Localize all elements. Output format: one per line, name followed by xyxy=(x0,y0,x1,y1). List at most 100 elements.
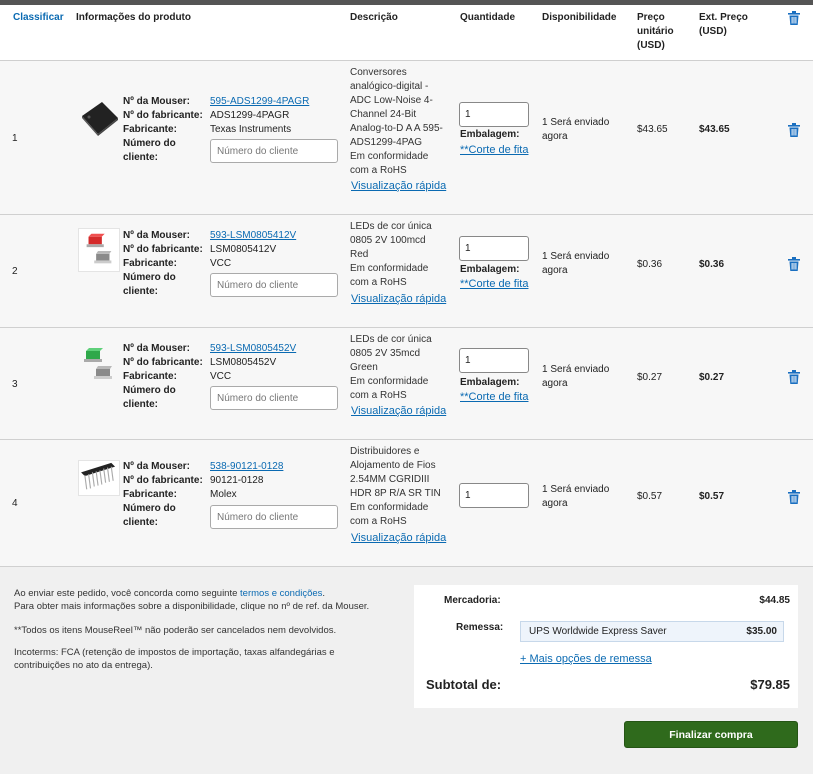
availability-line: agora xyxy=(542,378,568,389)
cut-tape-link[interactable]: **Corte de fita xyxy=(460,144,528,156)
cut-tape-link[interactable]: **Corte de fita xyxy=(460,391,528,403)
description-line: LEDs de cor única xyxy=(350,334,432,345)
customer-no-label-line: Número do xyxy=(123,385,176,396)
rohs-line: com a RoHS xyxy=(350,390,407,401)
green-led-image xyxy=(84,348,112,379)
availability-line: 1 Será enviado xyxy=(542,117,610,128)
delete-all-icon[interactable] xyxy=(788,11,800,25)
mouser-no-label: Nº da Mouser: xyxy=(123,96,190,107)
mfr-no-label: Nº do fabricante: xyxy=(123,244,203,255)
terms-prefix: Ao enviar este pedido, você concorda com… xyxy=(14,588,241,599)
customer-no-label: Número do cliente: xyxy=(123,384,209,412)
unit-price: $0.57 xyxy=(637,491,663,502)
quantity-header: Quantidade xyxy=(460,12,516,23)
subtotal-value: $79.85 xyxy=(750,677,790,692)
description-header: Descrição xyxy=(350,12,398,23)
shipping-label: Remessa: xyxy=(456,622,504,633)
mfr-part-number: LSM0805412V xyxy=(210,244,277,255)
checkout-button[interactable]: Finalizar compra xyxy=(624,721,798,748)
quantity-input[interactable] xyxy=(459,236,529,261)
manufacturer: Texas Instruments xyxy=(210,124,292,135)
quantity-input[interactable] xyxy=(459,483,529,508)
rohs-line: Em conformidade xyxy=(350,151,429,162)
availability-line: 1 Será enviado xyxy=(542,251,610,262)
unit-price-header-line: Preço xyxy=(637,12,665,23)
cart-row: 3 Nº da Mouser: 593-LSM0805452V Nº do fa… xyxy=(0,328,813,440)
rohs-line: Em conformidade xyxy=(350,376,429,387)
customer-number-input[interactable] xyxy=(210,139,338,163)
delete-icon[interactable] xyxy=(788,490,800,504)
description-line: analógico-digital - xyxy=(350,81,429,92)
quick-view-link[interactable]: Visualização rápida xyxy=(351,180,446,192)
unit-price-header-line: unitário xyxy=(637,26,674,37)
cart-row: 4 Nº da Mouser: 538-90121-0128 Nº do fab… xyxy=(0,440,813,567)
customer-number-input[interactable] xyxy=(210,273,338,297)
merchandise-label: Mercadoria: xyxy=(444,595,501,606)
description-line: Red xyxy=(350,249,369,260)
mfr-no-label: Nº do fabricante: xyxy=(123,475,203,486)
more-shipping-options-link[interactable]: + Mais opções de remessa xyxy=(520,653,652,665)
unit-price: $0.27 xyxy=(637,372,663,383)
ext-price: $43.65 xyxy=(699,124,730,135)
description-line: 0805 2V 100mcd xyxy=(350,235,426,246)
availability-line: agora xyxy=(542,265,568,276)
incoterms-note: contribuições no ato da entrega). xyxy=(14,660,153,671)
rohs-line: com a RoHS xyxy=(350,516,407,527)
mfr-label: Fabricante: xyxy=(123,258,177,269)
customer-no-label-line: cliente: xyxy=(123,152,159,163)
mouser-part-link[interactable]: 538-90121-0128 xyxy=(210,460,283,474)
order-summary: Mercadoria: $44.85 Remessa: UPS Worldwid… xyxy=(414,585,798,708)
mouser-part-link[interactable]: 593-LSM0805452V xyxy=(210,342,296,356)
customer-number-input[interactable] xyxy=(210,386,338,410)
description-line: HDR 8P R/A SR TIN xyxy=(350,488,441,499)
shipping-method-price: $35.00 xyxy=(746,626,777,637)
customer-no-label: Número do cliente: xyxy=(123,137,209,165)
delete-icon[interactable] xyxy=(788,123,800,137)
ext-price-header-line: Ext. Preço xyxy=(699,12,748,23)
availability-line: agora xyxy=(542,131,568,142)
incoterms-note: Incoterms: FCA (retenção de impostos de … xyxy=(14,647,335,658)
mouser-no-label: Nº da Mouser: xyxy=(123,461,190,472)
cart-table-header: Classificar Informações do produto Descr… xyxy=(0,5,813,61)
terms-link[interactable]: termos e condições xyxy=(240,588,322,599)
mouser-part-link[interactable]: 595-ADS1299-4PAGR xyxy=(210,95,309,109)
mfr-label: Fabricante: xyxy=(123,489,177,500)
availability-note: Para obter mais informações sobre a disp… xyxy=(14,601,370,612)
terms-suffix: . xyxy=(322,588,326,599)
description-line: ADC Low-Noise 4- xyxy=(350,95,433,106)
rohs-line: Em conformidade xyxy=(350,502,429,513)
customer-no-label: Número do cliente: xyxy=(123,271,209,299)
mfr-label: Fabricante: xyxy=(123,124,177,135)
quantity-input[interactable] xyxy=(459,348,529,373)
description-line: Green xyxy=(350,362,378,373)
mfr-no-label: Nº do fabricante: xyxy=(123,357,203,368)
mfr-part-number: ADS1299-4PAGR xyxy=(210,110,290,121)
cart-row: 1 Nº da Mouser: 595-ADS1299-4PAGR Nº do … xyxy=(0,61,813,215)
quick-view-link[interactable]: Visualização rápida xyxy=(351,293,446,305)
quantity-input[interactable] xyxy=(459,102,529,127)
unit-price: $0.36 xyxy=(637,259,663,270)
quick-view-link[interactable]: Visualização rápida xyxy=(351,405,446,417)
sort-header[interactable]: Classificar xyxy=(13,11,64,25)
cart-row: 2 Nº da Mouser: 593-LSM0805412V Nº do fa… xyxy=(0,215,813,328)
availability-header: Disponibilidade xyxy=(542,12,617,23)
cut-tape-link[interactable]: **Corte de fita xyxy=(460,278,528,290)
availability: 1 Será enviado agora xyxy=(542,116,632,144)
description: LEDs de cor única 0805 2V 35mcd Green Em… xyxy=(350,333,450,403)
customer-number-input[interactable] xyxy=(210,505,338,529)
mouser-part-link[interactable]: 593-LSM0805412V xyxy=(210,229,296,243)
availability: 1 Será enviado agora xyxy=(542,363,632,391)
customer-no-label-line: Número do xyxy=(123,503,176,514)
description-line: Conversores xyxy=(350,67,407,78)
shipping-method-option[interactable]: UPS Worldwide Express Saver $35.00 xyxy=(520,621,784,642)
packaging-label: Embalagem: xyxy=(460,264,520,275)
mfr-part-number: 90121-0128 xyxy=(210,475,264,486)
delete-icon[interactable] xyxy=(788,257,800,271)
chip-ic-image xyxy=(82,102,118,136)
merchandise-value: $44.85 xyxy=(759,595,790,606)
availability-line: 1 Será enviado xyxy=(542,484,610,495)
description-line: LEDs de cor única xyxy=(350,221,432,232)
quick-view-link[interactable]: Visualização rápida xyxy=(351,532,446,544)
customer-no-label-line: cliente: xyxy=(123,286,159,297)
delete-icon[interactable] xyxy=(788,370,800,384)
